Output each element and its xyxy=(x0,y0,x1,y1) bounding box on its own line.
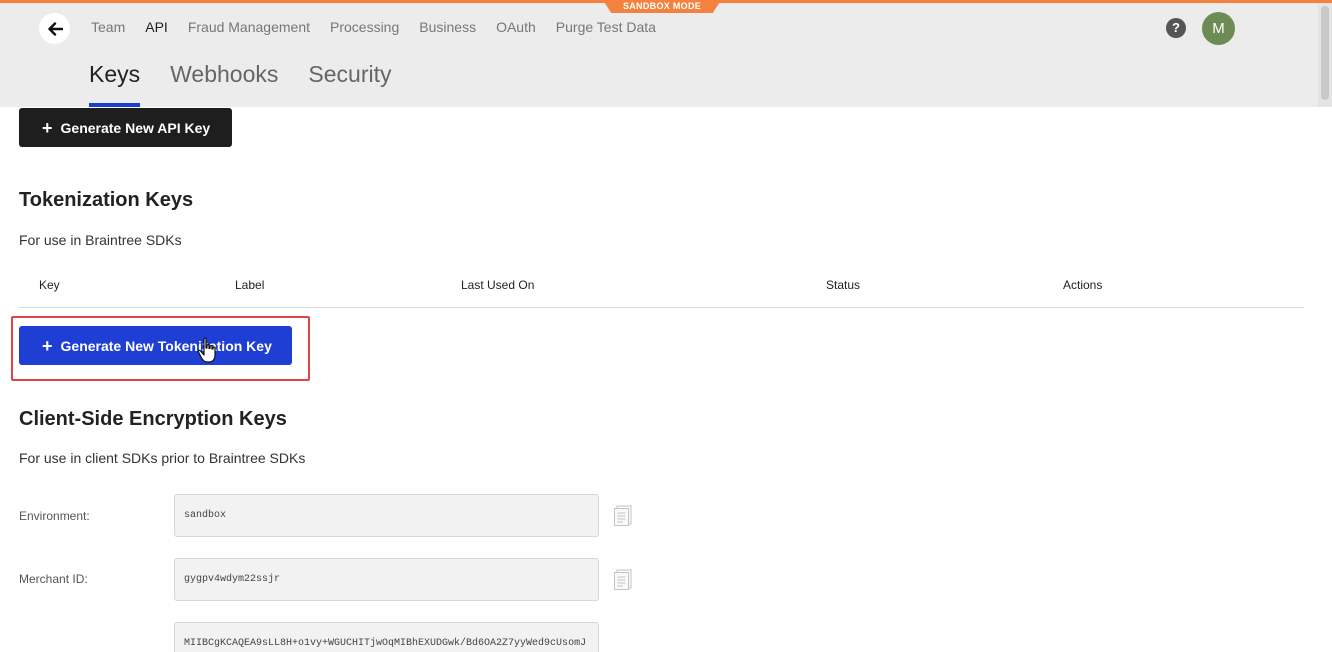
tab-security[interactable]: Security xyxy=(308,59,391,107)
copy-icon[interactable] xyxy=(612,503,634,527)
nav-purge-test-data[interactable]: Purge Test Data xyxy=(556,18,656,36)
tab-webhooks[interactable]: Webhooks xyxy=(170,59,278,107)
column-header-status: Status xyxy=(826,278,861,292)
column-header-actions: Actions xyxy=(1063,278,1103,292)
tab-keys[interactable]: Keys xyxy=(89,59,141,107)
column-header-last-used-on: Last Used On xyxy=(461,278,535,292)
column-header-key: Key xyxy=(39,278,60,292)
cse-keys-subtitle: For use in client SDKs prior to Braintre… xyxy=(19,450,306,466)
environment-label: Environment: xyxy=(19,509,90,523)
subtabs: Keys Webhooks Security xyxy=(89,59,422,107)
tokenization-keys-subtitle: For use in Braintree SDKs xyxy=(19,232,182,248)
merchant-id-label: Merchant ID: xyxy=(19,572,88,586)
nav-team[interactable]: Team xyxy=(91,18,125,36)
nav-oauth[interactable]: OAuth xyxy=(496,18,536,36)
help-icon[interactable]: ? xyxy=(1166,18,1186,38)
hand-pointer-icon xyxy=(197,337,216,363)
generate-api-key-label: Generate New API Key xyxy=(60,119,211,136)
sandbox-mode-badge: SANDBOX MODE xyxy=(603,0,721,13)
generate-tokenization-key-button[interactable]: + Generate New Tokenization Key xyxy=(19,326,292,365)
table-header-divider xyxy=(19,307,1304,308)
avatar[interactable]: M xyxy=(1202,12,1235,45)
main-nav: Team API Fraud Management Processing Bus… xyxy=(91,18,676,36)
back-button[interactable] xyxy=(39,13,70,44)
plus-icon: + xyxy=(42,335,53,356)
arrow-left-icon xyxy=(47,21,63,36)
generate-api-key-button[interactable]: + Generate New API Key xyxy=(19,108,232,147)
tokenization-keys-title: Tokenization Keys xyxy=(19,189,194,211)
cse-keys-title: Client-Side Encryption Keys xyxy=(19,408,287,430)
nav-api[interactable]: API xyxy=(145,18,168,36)
header: Team API Fraud Management Processing Bus… xyxy=(0,3,1332,107)
copy-icon[interactable] xyxy=(612,567,634,591)
plus-icon: + xyxy=(42,117,53,138)
generate-tokenization-key-label: Generate New Tokenization Key xyxy=(60,337,272,354)
nav-business[interactable]: Business xyxy=(419,18,476,36)
scrollbar-thumb[interactable] xyxy=(1321,6,1329,100)
nav-processing[interactable]: Processing xyxy=(330,18,399,36)
environment-field[interactable]: sandbox xyxy=(174,494,599,537)
public-key-field[interactable]: MIIBCgKCAQEA9sLL8H+o1vy+WGUCHITjwOqMIBhE… xyxy=(174,622,599,652)
nav-fraud-management[interactable]: Fraud Management xyxy=(188,18,310,36)
column-header-label: Label xyxy=(235,278,265,292)
merchant-id-field[interactable]: gygpv4wdym22ssjr xyxy=(174,558,599,601)
